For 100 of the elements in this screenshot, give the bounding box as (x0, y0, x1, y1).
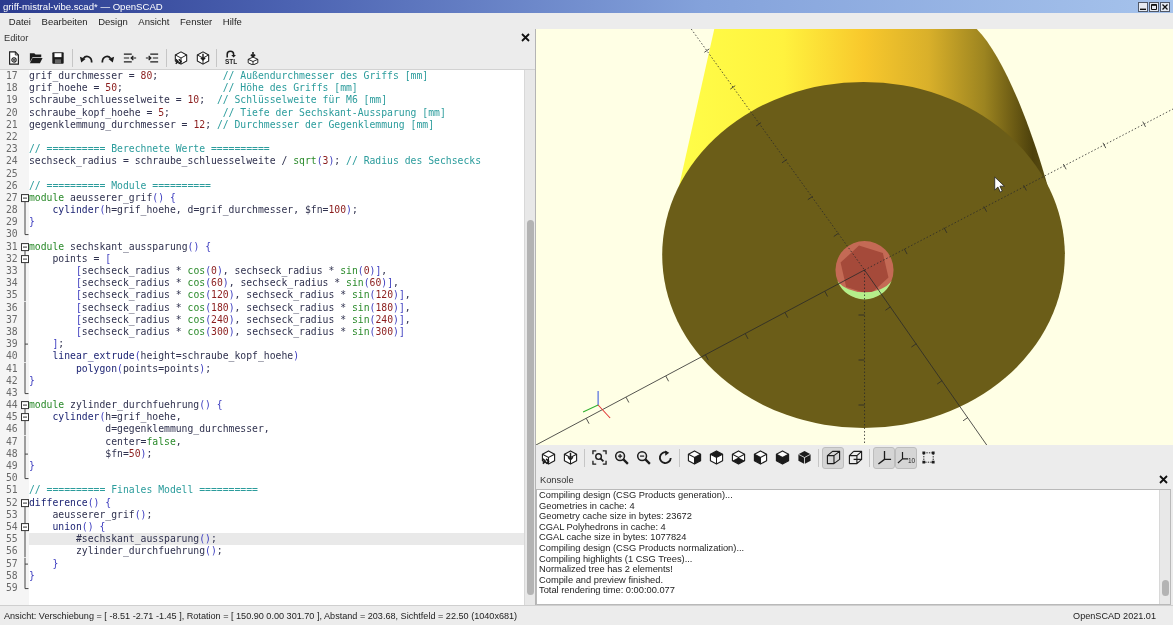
code-line: $fn=50); (104, 447, 153, 460)
menu-item[interactable]: Ansicht (133, 13, 175, 29)
line-number: 28 (5, 204, 19, 217)
code-line: // ========== Finales Modell ========== (29, 484, 258, 497)
line-number: 49 (5, 460, 19, 473)
cube-icon (708, 450, 724, 465)
new-file-icon (7, 50, 21, 65)
close-icon (1162, 3, 1168, 10)
code-line: linear_extrude(height=schraube_kopf_hoehe) (51, 350, 300, 363)
console-line: Geometry cache size in bytes: 23672 (539, 511, 692, 522)
menu-item[interactable]: Bearbeiten (36, 13, 93, 29)
line-number: 22 (5, 130, 19, 144)
dashed-square-icon (920, 450, 936, 465)
3d-model-view[interactable] (536, 29, 1173, 445)
line-number: 44 (5, 399, 19, 412)
cube-icon (774, 450, 790, 465)
minimize-button[interactable] (1138, 1, 1148, 12)
close-button[interactable] (1157, 473, 1169, 486)
line-number: 43 (5, 386, 19, 400)
code-line: schraube_schluesselweite = 10; // Schlüsselweite für M6 [mm] (29, 94, 388, 107)
collapse-icon[interactable] (21, 191, 29, 205)
collapse-icon[interactable] (21, 240, 29, 253)
line-number: 36 (5, 301, 19, 314)
line-number: 50 (5, 472, 19, 485)
perspective-button[interactable] (822, 446, 844, 469)
line-number: 57 (5, 557, 19, 570)
code-line: d=gegenklemmung_durchmesser, (104, 423, 270, 436)
line-number: 56 (5, 545, 19, 558)
collapse-icon[interactable] (21, 411, 29, 424)
code-line: zylinder_durchfuehrung(); (74, 545, 223, 558)
code-line: } (29, 216, 35, 229)
indent-icon (145, 50, 160, 65)
menu-item[interactable]: Fenster (174, 13, 218, 29)
folder-icon (29, 50, 43, 65)
line-number: 34 (5, 277, 19, 290)
cube-arrow-icon (195, 50, 210, 65)
code-line: points = [ (51, 252, 112, 265)
line-number: 55 (5, 533, 19, 546)
line-number: 38 (5, 325, 19, 339)
line-number: 58 (5, 569, 19, 582)
line-number: 17 (5, 70, 19, 83)
collapse-icon[interactable] (21, 496, 29, 509)
console-line: Geometries in cache: 4 (539, 500, 635, 512)
scrollbar-thumb[interactable] (526, 220, 534, 595)
code-line: } (29, 460, 35, 473)
cube-chevrons-icon (540, 450, 556, 465)
line-number: 32 (5, 252, 19, 265)
code-line: cylinder(h=grif_hoehe, (51, 411, 182, 424)
box-arrow-icon (246, 50, 261, 65)
collapse-icon[interactable] (21, 252, 29, 265)
line-number: 31 (5, 240, 19, 253)
zoom-fit-icon (591, 450, 607, 465)
line-number: 46 (5, 423, 19, 436)
scrollbar-thumb[interactable] (1161, 580, 1169, 596)
line-number: 37 (5, 313, 19, 326)
code-line: sechseck_radius = schraube_schluesselweite / sqrt(3); // Radius des Sechsecks (29, 155, 482, 168)
code-line: [sechseck_radius * cos(240), sechseck_radius * sin(240)], (74, 313, 411, 326)
collapse-icon[interactable] (21, 399, 29, 412)
code-line: [sechseck_radius * cos(180), sechseck_radius * sin(180)], (74, 301, 411, 314)
code-line: union() { (51, 520, 106, 534)
circular-arrow-icon (657, 450, 673, 465)
maximize-button[interactable] (1149, 1, 1159, 12)
menu-item[interactable]: Hilfe (217, 13, 248, 29)
code-line: cylinder(h=grif_hoehe, d=grif_durchmesser, $fn=100); (51, 204, 358, 217)
code-line: } (29, 569, 35, 582)
line-number: 53 (5, 508, 19, 521)
console-line: CGAL Polyhedrons in cache: 4 (539, 521, 666, 533)
code-line: ]; (51, 338, 65, 351)
close-button[interactable] (1160, 1, 1170, 12)
line-number: 23 (5, 143, 19, 156)
zoom-out-icon (635, 450, 651, 465)
window-title: griff-mistral-vibe.scad* — OpenSCAD (3, 0, 163, 13)
line-number: 51 (5, 484, 19, 497)
collapse-icon[interactable] (21, 520, 29, 534)
close-icon (520, 33, 530, 42)
save-icon (51, 50, 65, 65)
line-number: 20 (5, 106, 19, 119)
code-line: // ========== Berechnete Werte ========== (29, 143, 270, 156)
squares-icon (847, 450, 863, 465)
line-number: 27 (5, 191, 19, 205)
axes-icon (876, 450, 892, 465)
menu-item[interactable]: Design (92, 13, 133, 29)
code-line: module sechskant_aussparung() { (29, 240, 211, 253)
close-icon (1158, 475, 1168, 484)
menu-item[interactable]: Datei (3, 13, 37, 29)
cube-icon (686, 450, 702, 465)
line-number: 21 (5, 118, 19, 131)
curved-arrow-icon (225, 50, 238, 58)
line-number: 42 (5, 374, 19, 387)
line-number: 54 (5, 520, 19, 534)
code-line: // ========== Module ========== (29, 179, 211, 192)
show-axes-button[interactable] (873, 446, 895, 469)
console-line: Normalized tree has 2 elements! (539, 564, 673, 575)
code-line: [sechseck_radius * cos(120), sechseck_radius * sin(120)], (74, 289, 411, 302)
close-button[interactable] (519, 31, 531, 44)
code-line: module zylinder_durchfuehrung() { (29, 399, 223, 412)
panel-title: Konsole (540, 474, 574, 485)
line-number: 48 (5, 447, 19, 460)
code-line: [sechseck_radius * cos(0), sechseck_radius * sin(0)], (74, 265, 388, 278)
zoom-in-icon (613, 450, 629, 465)
